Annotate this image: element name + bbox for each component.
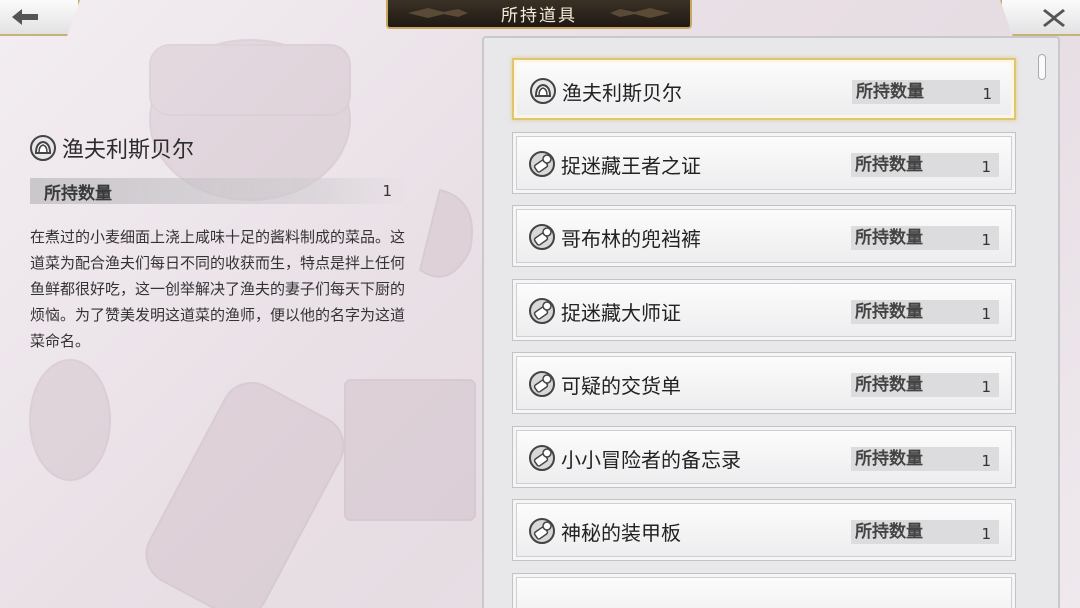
quantity-label: 所持数量: [855, 154, 923, 175]
food-bowl-icon: [30, 135, 56, 161]
quantity-value: 1: [981, 304, 991, 323]
selected-item-quantity-row: 所持数量 1: [30, 178, 406, 204]
key-item-icon: [529, 297, 555, 328]
list-item[interactable]: 哥布林的兜裆裤 所持数量 1: [512, 205, 1016, 267]
item-quantity: 所持数量 1: [851, 446, 999, 471]
list-item[interactable]: 小小冒险者的备忘录 所持数量 1: [512, 425, 1016, 488]
item-name: 渔夫利斯贝尔: [562, 81, 682, 105]
ornament-icon: [408, 8, 468, 18]
ornament-icon: [610, 8, 670, 18]
list-item[interactable]: 可疑的交货单 所持数量 1: [512, 352, 1016, 414]
back-button[interactable]: [0, 0, 80, 36]
quantity-value: 1: [981, 231, 991, 249]
list-item[interactable]: 捉迷藏大师证 所持数量 1: [512, 278, 1016, 341]
quantity-value: 1: [981, 525, 991, 543]
selected-item-name: 渔夫利斯贝尔: [62, 138, 195, 163]
item-name: 捉迷藏王者之证: [561, 153, 701, 178]
scroll-thumb[interactable]: [1038, 54, 1046, 80]
item-description: 在煮过的小麦细面上浇上咸味十足的酱料制成的菜品。这道菜为配合渔夫们每日不同的收获…: [30, 228, 406, 350]
quantity-value: 1: [382, 182, 392, 200]
quantity-label: 所持数量: [44, 183, 112, 204]
page-title-plate: 所持道具: [386, 0, 692, 29]
arrow-left-icon: [12, 9, 38, 25]
quantity-label: 所持数量: [855, 301, 923, 322]
item-quantity: 所持数量 1: [851, 520, 999, 544]
key-item-icon: [529, 150, 555, 181]
quantity-label: 所持数量: [855, 375, 923, 395]
item-name: 捉迷藏大师证: [561, 300, 681, 325]
quantity-label: 所持数量: [855, 228, 923, 248]
list-scrollbar[interactable]: [1034, 48, 1050, 588]
food-bowl-icon: [530, 78, 556, 108]
item-quantity: 所持数量 1: [851, 152, 999, 177]
close-x-icon: [1043, 9, 1065, 27]
key-item-icon: [529, 224, 555, 254]
key-item-icon: [529, 444, 555, 475]
quantity-value: 1: [981, 378, 991, 396]
item-list-panel[interactable]: 渔夫利斯贝尔 所持数量 1 捉迷藏王者之证 所持数量 1 哥布林的兜裆裤 所持数量 1 捉迷藏大师…: [482, 36, 1060, 608]
quantity-value: 1: [981, 451, 991, 470]
item-quantity: 所持数量 1: [852, 80, 1000, 104]
key-item-icon: [529, 371, 555, 401]
key-item-icon: [529, 518, 555, 548]
item-name: 可疑的交货单: [561, 374, 681, 398]
item-name: 神秘的装甲板: [561, 521, 681, 545]
item-name: 哥布林的兜裆裤: [561, 227, 701, 251]
item-quantity: 所持数量 1: [851, 373, 999, 397]
quantity-value: 1: [982, 85, 992, 103]
item-quantity: 所持数量 1: [851, 226, 999, 250]
quantity-value: 1: [981, 157, 991, 176]
list-item[interactable]: 捉迷藏王者之证 所持数量 1: [512, 131, 1016, 194]
list-item[interactable]: 神秘的装甲板 所持数量 1: [512, 499, 1016, 561]
quantity-label: 所持数量: [856, 82, 924, 102]
list-item[interactable]: 渔夫利斯贝尔 所持数量 1: [512, 58, 1016, 120]
selected-item-title: 渔夫利斯贝尔: [30, 132, 194, 164]
quantity-label: 所持数量: [855, 448, 923, 469]
item-quantity: 所持数量 1: [851, 299, 999, 324]
list-item[interactable]: [512, 572, 1016, 608]
quantity-label: 所持数量: [855, 522, 923, 542]
item-name: 小小冒险者的备忘录: [561, 447, 741, 472]
page-title: 所持道具: [501, 6, 577, 26]
close-button[interactable]: [1000, 0, 1080, 36]
item-list: 渔夫利斯贝尔 所持数量 1 捉迷藏王者之证 所持数量 1 哥布林的兜裆裤 所持数量 1 捉迷藏大师…: [484, 38, 1058, 608]
